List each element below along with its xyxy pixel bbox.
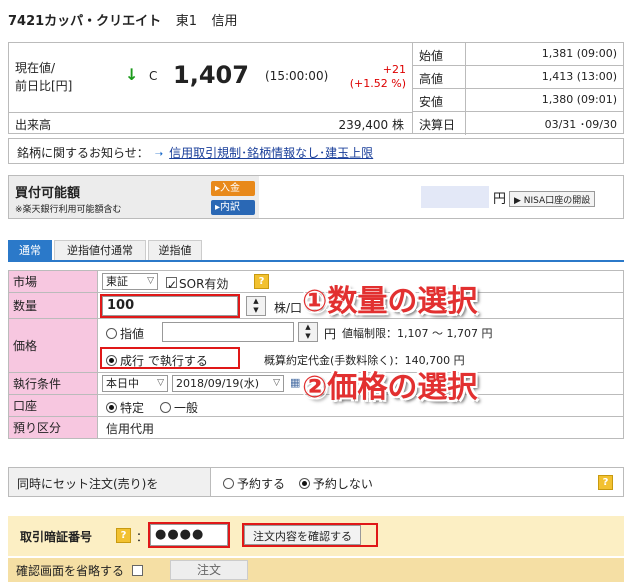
tab-normal[interactable]: 通常 xyxy=(8,240,52,260)
breakdown-button[interactable]: ▸内訳 xyxy=(211,200,255,215)
buying-power-label: 買付可能額 ※楽天銀行利用可能額含む ▸入金 ▸内訳 xyxy=(9,176,259,218)
stock-notice: 銘柄に関するお知らせ： ➝ 信用取引規制･銘柄情報なし･建玉上限 xyxy=(8,138,624,164)
price-label: 現在値/前日比[円] xyxy=(15,61,73,93)
skip-confirm-checkbox[interactable] xyxy=(131,565,143,576)
tab-stop[interactable]: 逆指値 xyxy=(148,240,202,260)
ohlc-row: 高値 1,413 (13:00) xyxy=(413,66,623,89)
help-icon[interactable]: ? xyxy=(254,274,269,289)
price-cell: 現在値/前日比[円] ↓ C 1,407 (15:00:00) +21 (+1.5… xyxy=(9,43,413,113)
arrow-icon: ➝ xyxy=(154,149,164,160)
quote-panel: 現在値/前日比[円] ↓ C 1,407 (15:00:00) +21 (+1.5… xyxy=(8,42,624,135)
quantity-stepper[interactable]: ▲ ▼ xyxy=(246,296,266,316)
pin-highlight xyxy=(148,522,230,548)
pin-bar: 取引暗証番号 ? ： ●●●● 注文内容を確認する xyxy=(8,516,624,556)
order-button[interactable]: 注文 xyxy=(170,560,248,580)
help-icon[interactable]: ? xyxy=(598,475,613,490)
calendar-icon[interactable]: ▦ xyxy=(290,376,300,389)
ohlc-row: 決算日 03/31 ･09/30 xyxy=(413,112,623,135)
stock-name: 7421カッパ・クリエイト xyxy=(8,14,162,29)
order-type-tabs: 通常 逆指値付通常 逆指値 xyxy=(8,240,624,262)
sor-checkbox[interactable]: ✓ SOR有効 xyxy=(166,275,228,292)
market-order-highlight xyxy=(100,347,240,369)
market-select[interactable]: 東証 ▽ xyxy=(102,273,158,290)
confirm-highlight xyxy=(242,523,378,547)
limit-radio[interactable]: 指値 xyxy=(106,325,144,342)
market-badge: 東1 xyxy=(175,14,197,29)
reserve-no-radio[interactable]: 予約しない xyxy=(298,477,373,491)
buying-power-panel: 買付可能額 ※楽天銀行利用可能額含む ▸入金 ▸内訳 円 ▶ NISA口座の開設 xyxy=(8,175,624,219)
date-select[interactable]: 2018/09/19(水) ▽ xyxy=(172,375,284,392)
ohlc-row: 安値 1,380 (09:01) xyxy=(413,89,623,112)
tab-stop-normal[interactable]: 逆指値付通常 xyxy=(54,240,146,260)
stock-title: 7421カッパ・クリエイト 東1 信用 xyxy=(8,10,238,29)
deposit-button[interactable]: ▸入金 xyxy=(211,181,255,196)
quantity-annotation: ①数量の選択 xyxy=(302,284,478,319)
close-mark: C xyxy=(149,69,158,83)
limit-price-input[interactable] xyxy=(162,322,294,342)
condition-select[interactable]: 本日中 ▽ xyxy=(102,375,168,392)
price-limit-range: 値幅制限：1,107 ～ 1,707 円 xyxy=(342,327,493,340)
reserve-yes-radio[interactable]: 予約する xyxy=(223,477,285,491)
current-price: 1,407 xyxy=(173,61,249,89)
trade-type: 信用 xyxy=(211,14,238,29)
buying-power-value xyxy=(421,186,489,208)
footer-bar: 確認画面を省略する 注文 xyxy=(8,558,624,582)
price-time: (15:00:00) xyxy=(265,69,329,83)
ohlc-row: 始値 1,381 (09:00) xyxy=(413,43,623,66)
volume-row: 出来高 239,400 株 xyxy=(9,113,413,134)
account-specific-radio[interactable]: 特定 xyxy=(106,399,144,416)
price-annotation: ②価格の選択 xyxy=(302,370,478,405)
deposit-type-row: 預り区分 信用代用 xyxy=(9,417,623,438)
help-icon[interactable]: ? xyxy=(116,528,131,543)
account-general-radio[interactable]: 一般 xyxy=(160,399,198,416)
volume-value: 239,400 株 xyxy=(338,118,404,132)
regulation-link[interactable]: 信用取引規制･銘柄情報なし･建玉上限 xyxy=(169,146,373,160)
set-order-row: 同時にセット注文(売り)を 予約する 予約しない ? xyxy=(8,467,624,497)
quantity-highlight xyxy=(100,294,240,318)
price-stepper[interactable]: ▲ ▼ xyxy=(298,322,318,342)
down-arrow-icon: ↓ xyxy=(125,65,139,84)
skip-confirm-label: 確認画面を省略する xyxy=(16,564,125,578)
ohlc-table: 始値 1,381 (09:00) 高値 1,413 (13:00) 安値 1,380 … xyxy=(413,43,623,135)
price-change: +21 (+1.52 %) xyxy=(349,63,406,90)
nisa-open-button[interactable]: ▶ NISA口座の開設 xyxy=(509,191,596,207)
